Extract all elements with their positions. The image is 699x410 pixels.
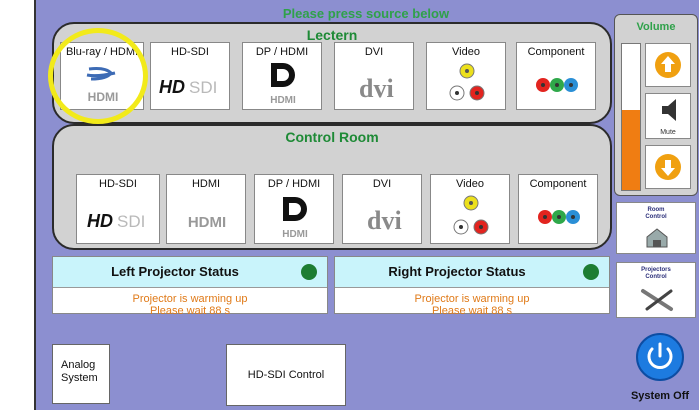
lectern-source-hd-sdi[interactable]: HD-SDI HD SDI [150, 42, 230, 110]
projectors-control-line-1: Projectors [641, 267, 671, 273]
projectors-control-button[interactable]: Projectors Control [616, 262, 696, 318]
status-line-2: Please wait 88 s [149, 305, 231, 317]
lectern-source-dvi[interactable]: DVI dvi [334, 42, 414, 110]
svg-text:dvi: dvi [359, 74, 394, 103]
source-label: Video [452, 46, 480, 58]
status-line-1: Projector is warming up [414, 293, 530, 305]
volume-level-bar[interactable] [621, 43, 641, 191]
composite-video-icon [427, 61, 505, 107]
analog-system-button[interactable]: Analog System [52, 344, 110, 404]
hd-sdi-control-button[interactable]: HD-SDI Control [226, 344, 346, 406]
lectern-source-component[interactable]: Component [516, 42, 596, 110]
left-projector-status-title: Left Projector Status [111, 264, 239, 279]
left-projector-status-message: Projector is warming up Please wait 88 s [53, 293, 327, 317]
source-label: DP / HDMI [255, 46, 309, 58]
control-panel: Please press source below Lectern Contro… [34, 0, 699, 410]
component-video-icon [517, 61, 595, 107]
right-projector-status-header: Right Projector Status [335, 257, 609, 288]
displayport-hdmi-icon: HDMI [243, 61, 321, 107]
source-label: Component [527, 46, 585, 58]
svg-text:HDMI: HDMI [282, 229, 308, 240]
status-led-icon [583, 264, 599, 280]
lectern-source-video[interactable]: Video [426, 42, 506, 110]
left-projector-status-header: Left Projector Status [53, 257, 327, 288]
source-label: DVI [372, 178, 392, 190]
hd-sdi-icon: HD SDI [77, 193, 159, 241]
source-label: Video [456, 178, 484, 190]
control-room-source-dp-hdmi[interactable]: DP / HDMI HDMI [254, 174, 334, 244]
selection-ring [48, 28, 148, 124]
lectern-label: Lectern [306, 27, 358, 43]
analog-system-line-2: System [61, 372, 98, 384]
room-control-line-1: Room [647, 207, 665, 213]
arrow-up-icon [655, 52, 681, 78]
right-projector-status-message: Projector is warming up Please wait 88 s [335, 293, 609, 317]
speaker-mute-icon [662, 99, 676, 121]
mute-button[interactable]: Mute [645, 93, 691, 139]
source-label: DP / HDMI [267, 178, 321, 190]
system-off-label: System Off [630, 390, 690, 402]
displayport-hdmi-icon: HDMI [255, 193, 333, 241]
volume-down-button[interactable] [645, 145, 691, 189]
source-label: HD-SDI [99, 178, 137, 190]
control-room-source-component[interactable]: Component [518, 174, 598, 244]
svg-text:HD: HD [87, 211, 113, 231]
right-projector-status-title: Right Projector Status [388, 264, 526, 279]
hdmi-icon: HDMI [167, 193, 245, 241]
volume-level-fill [622, 109, 640, 190]
status-line-2: Please wait 88 s [431, 305, 513, 317]
svg-text:HDMI: HDMI [270, 95, 296, 106]
source-label: Component [529, 178, 587, 190]
right-projector-status: Right Projector Status Projector is warm… [334, 256, 610, 317]
dvi-icon: dvi [335, 61, 413, 107]
svg-text:SDI: SDI [117, 212, 145, 231]
status-line-1: Projector is warming up [132, 293, 248, 305]
control-room-source-hdmi[interactable]: HDMI HDMI [166, 174, 246, 244]
volume-label: Volume [636, 21, 676, 33]
system-off-button[interactable]: System Off [622, 328, 698, 410]
svg-text:HD: HD [159, 77, 185, 97]
source-label: DVI [364, 46, 384, 58]
mute-label: Mute [660, 129, 676, 136]
tools-icon [641, 289, 673, 311]
volume-up-button[interactable] [645, 43, 691, 87]
component-video-icon [519, 193, 597, 241]
lectern-source-dp-hdmi[interactable]: DP / HDMI HDMI [242, 42, 322, 110]
svg-text:HDMI: HDMI [188, 214, 226, 231]
hd-sdi-icon: HD SDI [151, 61, 229, 107]
analog-system-line-1: Analog [61, 359, 96, 371]
source-label: HDMI [191, 178, 221, 190]
source-label: HD-SDI [171, 46, 209, 58]
projectors-control-line-2: Control [645, 274, 667, 280]
arrow-down-icon [655, 154, 681, 180]
left-projector-status: Left Projector Status Projector is warmi… [52, 256, 328, 317]
dvi-icon: dvi [343, 193, 421, 241]
control-room-source-hd-sdi[interactable]: HD-SDI HD SDI [76, 174, 160, 244]
hd-sdi-control-label: HD-SDI Control [247, 369, 325, 381]
power-icon [636, 333, 684, 381]
status-led-icon [301, 264, 317, 280]
page-title: Please press source below [282, 6, 450, 21]
composite-video-icon [431, 193, 509, 241]
control-room-label: Control Room [285, 129, 379, 145]
svg-text:dvi: dvi [367, 206, 402, 235]
room-control-button[interactable]: Room Control [616, 202, 696, 254]
room-control-line-2: Control [645, 214, 667, 220]
control-room-source-dvi[interactable]: DVI dvi [342, 174, 422, 244]
control-room-source-video[interactable]: Video [430, 174, 510, 244]
volume-panel: Volume Mute [614, 14, 698, 196]
svg-text:SDI: SDI [189, 78, 217, 97]
room-icon [646, 228, 668, 248]
